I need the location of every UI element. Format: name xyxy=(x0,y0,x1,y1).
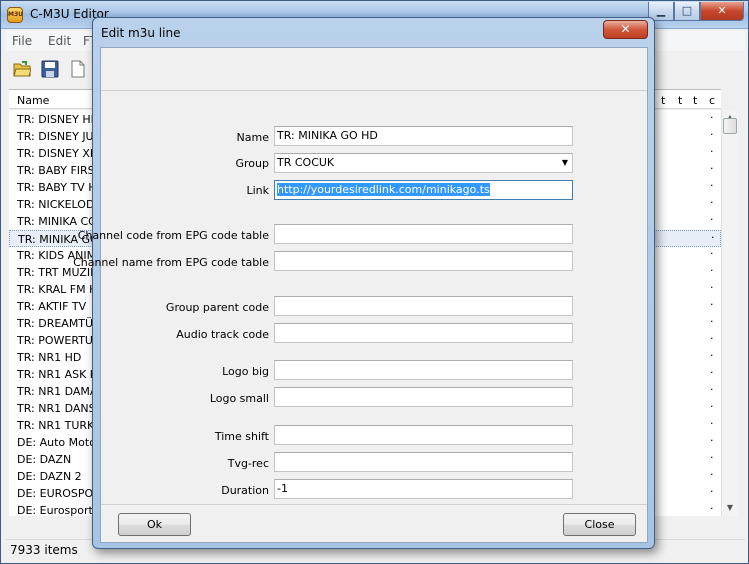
close-icon: ✕ xyxy=(717,4,727,17)
vertical-scrollbar[interactable]: ▲ ▼ xyxy=(721,110,738,516)
time-shift-label: Time shift xyxy=(214,430,269,443)
new-file-button[interactable] xyxy=(65,56,89,80)
column-header-t2[interactable]: t xyxy=(678,94,682,107)
row-marker: · xyxy=(710,196,714,209)
scroll-down-icon[interactable]: ▼ xyxy=(722,500,738,516)
save-icon xyxy=(41,60,59,78)
audio-track-label: Audio track code xyxy=(176,328,269,341)
channel-name: TR: DISNEY JUN xyxy=(17,130,102,143)
dialog-top-panel xyxy=(101,48,647,91)
logo-big-field[interactable] xyxy=(274,360,573,380)
column-header-t3[interactable]: t xyxy=(693,94,697,107)
row-marker: · xyxy=(710,468,714,481)
row-marker: · xyxy=(710,417,714,430)
close-icon: ✕ xyxy=(620,22,631,36)
column-header-t1[interactable]: t xyxy=(661,94,665,107)
time-shift-field[interactable] xyxy=(274,425,573,445)
channel-name: TR: BABY FIRST xyxy=(17,164,102,177)
row-marker: · xyxy=(710,111,714,124)
row-marker: · xyxy=(710,145,714,158)
channel-name: TR: AKTIF TV xyxy=(17,300,87,313)
link-field[interactable]: http://yourdesiredlink.com/minikago.ts xyxy=(274,180,573,200)
channel-name: TR: NICKELODE xyxy=(17,198,102,211)
row-marker: · xyxy=(710,128,714,141)
row-marker: · xyxy=(710,179,714,192)
row-marker: · xyxy=(710,485,714,498)
channel-name: DE: EUROSPOR xyxy=(17,487,101,500)
audio-track-field[interactable] xyxy=(274,323,573,343)
window-close-button[interactable]: ✕ xyxy=(700,2,744,21)
logo-small-label: Logo small xyxy=(209,392,269,405)
channel-name: DE: Eurosport 2 xyxy=(17,504,104,516)
group-parent-field[interactable] xyxy=(274,296,573,316)
row-marker: · xyxy=(710,332,714,345)
link-value: http://yourdesiredlink.com/minikago.ts xyxy=(277,183,490,196)
row-marker: · xyxy=(710,434,714,447)
tvg-rec-label: Tvg-rec xyxy=(227,457,269,470)
row-marker: · xyxy=(710,451,714,464)
row-marker: · xyxy=(710,298,714,311)
logo-big-label: Logo big xyxy=(222,365,269,378)
close-button[interactable]: Close xyxy=(563,513,636,536)
column-header-name[interactable]: Name xyxy=(17,94,49,107)
name-field[interactable]: TR: MINIKA GO HD xyxy=(274,126,573,146)
channel-name: TR: DREAMTÜR xyxy=(17,317,101,330)
logo-small-field[interactable] xyxy=(274,387,573,407)
tvg-rec-field[interactable] xyxy=(274,452,573,472)
row-marker: · xyxy=(710,349,714,362)
channel-name: DE: Auto Motor xyxy=(17,436,101,449)
ok-button[interactable]: Ok xyxy=(118,513,191,536)
link-label: Link xyxy=(246,184,269,197)
epg-name-field[interactable] xyxy=(274,251,573,271)
channel-name: DE: DAZN 2 xyxy=(17,470,82,483)
open-folder-icon xyxy=(13,61,31,77)
row-marker: · xyxy=(710,247,714,260)
row-marker: · xyxy=(710,315,714,328)
chevron-down-icon[interactable]: ▼ xyxy=(562,154,568,172)
group-select[interactable]: TR COCUK ▼ xyxy=(274,153,573,173)
minimize-icon: ▁ xyxy=(656,4,666,17)
dialog-client: Name TR: MINIKA GO HD Group TR COCUK ▼ L… xyxy=(73,47,648,543)
dialog-footer: Ok Close xyxy=(101,504,647,542)
row-marker: · xyxy=(710,366,714,379)
row-marker: · xyxy=(711,231,715,244)
maximize-button[interactable]: □ xyxy=(674,2,700,21)
dialog-close-button[interactable]: ✕ xyxy=(603,20,648,39)
save-button[interactable] xyxy=(37,56,61,80)
channel-name: TR: POWERTUR xyxy=(17,334,101,347)
row-marker: · xyxy=(710,162,714,175)
duration-field[interactable]: -1 xyxy=(274,479,573,499)
channel-name: TR: DISNEY XD xyxy=(17,147,99,160)
channel-name: DE: DAZN xyxy=(17,453,72,466)
channel-name: TR: NR1 ASK H xyxy=(17,368,99,381)
menu-edit[interactable]: Edit xyxy=(48,34,71,48)
item-count: 7933 items xyxy=(10,543,78,557)
group-parent-label: Group parent code xyxy=(165,301,269,314)
group-value: TR COCUK xyxy=(277,156,335,169)
group-label: Group xyxy=(235,157,270,170)
row-marker: · xyxy=(710,264,714,277)
row-marker: · xyxy=(710,281,714,294)
app-icon: M3U xyxy=(7,7,23,23)
row-marker: · xyxy=(710,383,714,396)
row-marker: · xyxy=(710,213,714,226)
edit-m3u-dialog: Edit m3u line ✕ Name TR: MINIKA GO HD Gr… xyxy=(73,17,655,549)
maximize-icon: □ xyxy=(681,4,693,17)
epg-code-label: Channel code from EPG code table xyxy=(77,229,269,242)
channel-name: TR: NR1 HD xyxy=(17,351,82,364)
channel-name: TR: DISNEY HD xyxy=(17,113,100,126)
name-label: Name xyxy=(236,131,269,144)
menu-file[interactable]: File xyxy=(12,34,32,48)
scroll-thumb[interactable] xyxy=(723,118,737,134)
row-marker: · xyxy=(710,400,714,413)
dialog-title: Edit m3u line xyxy=(101,26,181,40)
duration-label: Duration xyxy=(221,484,269,497)
row-marker: · xyxy=(710,502,714,515)
epg-name-label: Channel name from EPG code table xyxy=(73,256,269,269)
epg-code-field[interactable] xyxy=(274,224,573,244)
open-button[interactable] xyxy=(9,56,33,80)
new-file-icon xyxy=(71,60,85,78)
column-header-c[interactable]: c xyxy=(709,94,715,107)
